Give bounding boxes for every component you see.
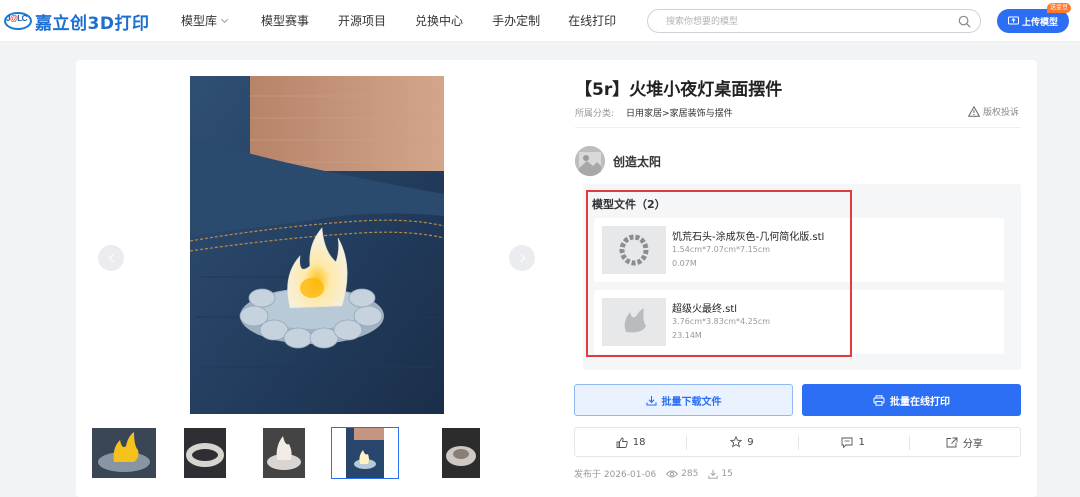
- category-path-link[interactable]: 日用家居>家居装饰与摆件: [626, 109, 733, 119]
- upload-label: 上传模型: [1021, 17, 1058, 28]
- favorite-button[interactable]: 9: [686, 428, 797, 456]
- search-box: [647, 9, 981, 33]
- gallery-prev-button[interactable]: [98, 245, 124, 271]
- nav-item-open-source[interactable]: 开源项目: [338, 0, 386, 42]
- author-name[interactable]: 创造太阳: [613, 153, 661, 170]
- category-row: 所属分类: 日用家居>家居装饰与摆件: [575, 106, 733, 119]
- thumbnail-4[interactable]: [331, 427, 399, 479]
- chevron-down-icon: [220, 15, 229, 23]
- search-icon[interactable]: [958, 15, 971, 28]
- upload-icon: [1007, 16, 1019, 25]
- download-count-value: 15: [721, 468, 733, 479]
- copyright-report-link[interactable]: 版权投诉: [968, 105, 1019, 118]
- view-count-value: 285: [681, 468, 699, 479]
- logo-text: 嘉立创3D打印: [35, 13, 150, 34]
- nav-item-figure-custom[interactable]: 手办定制: [492, 0, 540, 42]
- download-icon: [708, 469, 719, 479]
- print-label: 批量在线打印: [890, 396, 950, 408]
- author-row[interactable]: 创造太阳: [575, 146, 661, 176]
- category-label: 所属分类:: [575, 109, 615, 119]
- view-count: 285: [666, 469, 698, 479]
- star-icon: [730, 436, 743, 448]
- nav-label: 模型库: [181, 14, 218, 28]
- gallery-next-button[interactable]: [509, 245, 535, 271]
- avatar[interactable]: [575, 146, 605, 176]
- top-header: J@LC 嘉立创3D打印 模型库 模型赛事 开源项目 兑换中心 手办定制 在线打…: [0, 0, 1080, 42]
- download-icon: [645, 395, 657, 406]
- thumbs-up-icon: [616, 437, 628, 448]
- report-label: 版权投诉: [983, 108, 1020, 118]
- warning-icon: [968, 106, 980, 117]
- nav-item-redeem[interactable]: 兑换中心: [415, 0, 463, 42]
- share-icon: [946, 437, 958, 447]
- thumbnail-5[interactable]: [442, 428, 480, 478]
- eye-icon: [666, 470, 679, 477]
- action-bar: 18 9 1 分享: [574, 427, 1021, 457]
- logo-mark-icon: J@LC: [4, 11, 32, 31]
- thumbnail-2[interactable]: [184, 428, 226, 478]
- publish-date: 发布于 2026-01-06: [574, 470, 657, 480]
- like-button[interactable]: 18: [575, 428, 686, 456]
- comment-count: 1: [858, 436, 865, 448]
- star-count: 9: [747, 436, 754, 448]
- main-nav: 模型库 模型赛事 开源项目 兑换中心 手办定制 在线打印: [181, 0, 616, 42]
- thumbnail-1[interactable]: [92, 428, 156, 478]
- thumbnail-3[interactable]: [263, 428, 305, 478]
- nav-item-online-print[interactable]: 在线打印: [568, 0, 616, 42]
- comment-icon: [841, 437, 853, 448]
- printer-icon: [873, 394, 885, 406]
- search-input[interactable]: [666, 14, 946, 30]
- download-count: 15: [708, 468, 733, 479]
- nav-item-contests[interactable]: 模型赛事: [261, 0, 309, 42]
- chevron-left-icon: [108, 253, 117, 263]
- site-logo[interactable]: J@LC 嘉立创3D打印: [4, 9, 150, 34]
- batch-download-button[interactable]: 批量下载文件: [574, 384, 793, 416]
- files-highlight-box: [586, 190, 852, 357]
- nav-item-model-library[interactable]: 模型库: [181, 0, 229, 42]
- like-count: 18: [632, 436, 646, 448]
- publish-meta: 发布于 2026-01-06 285 15: [574, 467, 743, 481]
- chevron-right-icon: [516, 253, 525, 263]
- share-button[interactable]: 分享: [908, 428, 1020, 456]
- batch-print-button[interactable]: 批量在线打印: [802, 384, 1021, 416]
- download-label: 批量下载文件: [661, 396, 722, 408]
- upload-badge: 送金豆: [1047, 3, 1072, 13]
- comment-button[interactable]: 1: [797, 428, 909, 456]
- main-model-image[interactable]: [190, 76, 444, 414]
- divider: [575, 127, 1021, 128]
- model-title: 【5r】火堆小夜灯桌面摆件: [575, 80, 783, 100]
- share-label: 分享: [962, 438, 983, 450]
